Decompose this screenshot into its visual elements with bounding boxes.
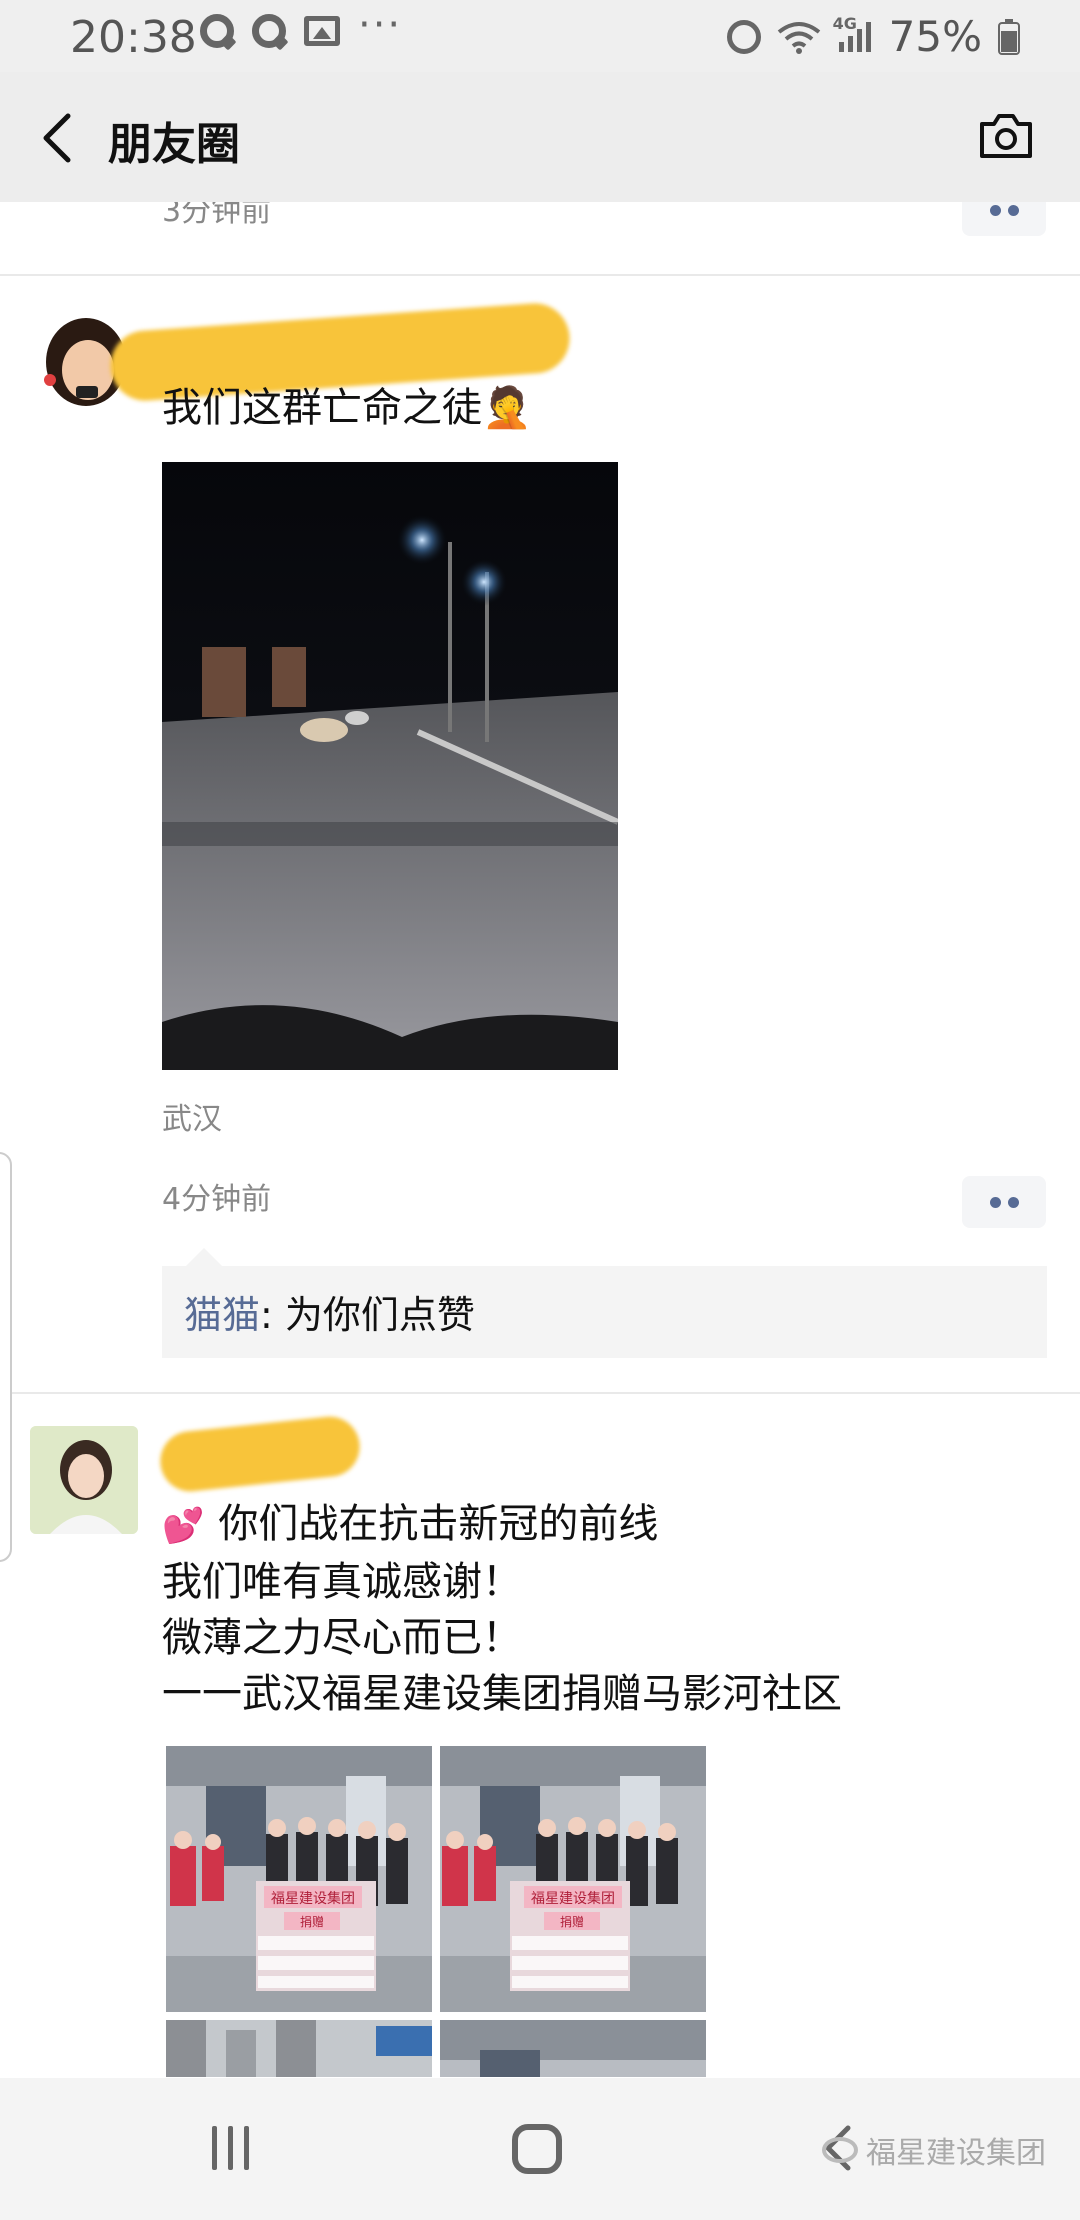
post-video[interactable] [162, 462, 618, 1070]
post-photo[interactable] [440, 2020, 706, 2077]
post-time: 4分钟前 [162, 1182, 272, 1217]
more-actions-button[interactable] [962, 202, 1046, 236]
previous-post-time: 3分钟前 [162, 202, 272, 229]
notification-icons: ··· [200, 2, 402, 48]
wifi-icon [777, 20, 821, 54]
status-time: 20:38 [70, 12, 197, 63]
post-location[interactable]: 武汉 [162, 1094, 222, 1138]
post-text-line: 我们唯有真诚感谢！ [162, 1559, 522, 1605]
banner-text: 福星建设集团 [271, 1890, 355, 1907]
post-photo[interactable]: 福星建设集团 捐赠 [440, 1746, 706, 2012]
gallery-icon [304, 16, 340, 46]
post-text-line: 微薄之力尽心而已！ [162, 1615, 522, 1661]
edge-panel-handle[interactable] [0, 1152, 12, 1562]
page-title: 朋友圈 [108, 119, 240, 170]
moments-feed[interactable]: 3分钟前 我们这群亡命之徒🤦 武汉 4分钟前 猫猫: 为你们点赞 💕 你们战在抗… [0, 202, 1080, 2077]
banner-text: 福星建设集团 [531, 1890, 615, 1907]
hearts-emoji: 💕 [162, 1506, 205, 1546]
recent-apps-button[interactable] [212, 2126, 249, 2170]
banner-sub: 捐赠 [300, 1915, 324, 1929]
comment-author[interactable]: 猫猫 [184, 1293, 260, 1337]
comment-area[interactable]: 猫猫: 为你们点赞 [162, 1248, 1047, 1358]
home-button[interactable] [512, 2124, 562, 2174]
post-photo[interactable]: 福星建设集团 捐赠 [166, 1746, 432, 2012]
top-nav-bar: 朋友圈 [0, 72, 1080, 202]
facepalm-emoji: 🤦 [482, 385, 532, 431]
cell-signal-icon: 4G [833, 14, 873, 54]
battery-icon [998, 18, 1020, 55]
avatar[interactable] [30, 1426, 138, 1534]
battery-percent: 75% [888, 12, 982, 61]
post-text: 我们这群亡命之徒🤦 [162, 380, 532, 436]
more-actions-button[interactable] [962, 1176, 1046, 1228]
comment-text: 为你们点赞 [284, 1293, 475, 1337]
wechat-logo-icon [822, 2137, 858, 2163]
post-photo[interactable] [166, 2020, 432, 2077]
comment-separator: : [260, 1293, 285, 1337]
back-icon[interactable] [38, 110, 78, 166]
post-text-line: 一一武汉福星建设集团捐赠马影河社区 [162, 1671, 842, 1717]
system-nav-bar: 福星建设集团 [0, 2078, 1080, 2220]
network-type: 4G [832, 13, 857, 33]
status-bar: 20:38 ··· 4G 75% [0, 0, 1080, 72]
post-text-content: 我们这群亡命之徒 [162, 385, 482, 431]
comment: 猫猫: 为你们点赞 [184, 1284, 475, 1339]
app-notification-icon [200, 14, 234, 48]
alarm-icon [726, 19, 761, 54]
post-divider [0, 1392, 1080, 1394]
watermark-text: 福星建设集团 [866, 2136, 1046, 2171]
post-divider [0, 274, 1080, 276]
post-text: 💕 你们战在抗击新冠的前线 我们唯有真诚感谢！ 微薄之力尽心而已！ 一一武汉福星建… [162, 1496, 842, 1722]
post-text-line: 💕 你们战在抗击新冠的前线 [162, 1501, 659, 1547]
more-notifications-icon: ··· [358, 2, 403, 48]
banner-sub: 捐赠 [560, 1915, 584, 1929]
username-redacted [157, 1413, 363, 1495]
camera-icon[interactable] [978, 112, 1034, 160]
watermark: 福星建设集团 [822, 2128, 1046, 2172]
app-notification-icon [252, 14, 286, 48]
